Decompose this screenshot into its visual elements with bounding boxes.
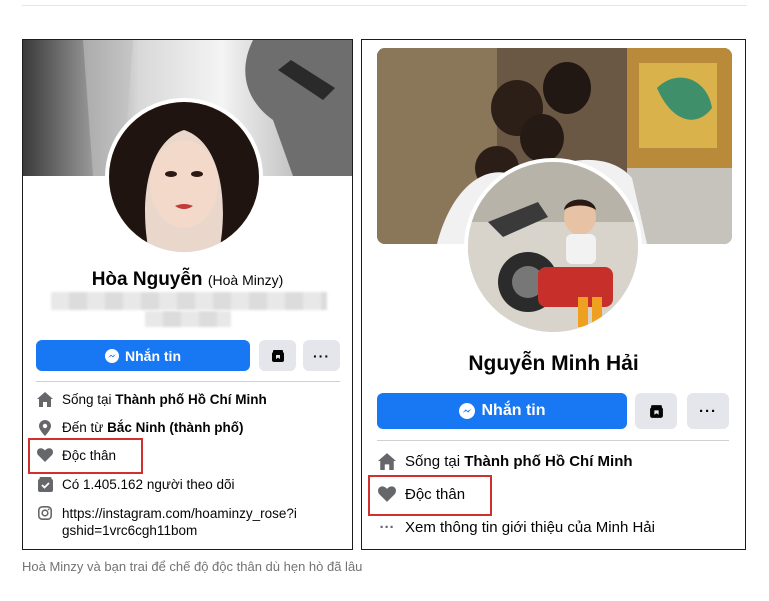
info-followers: Có 1.405.162 người theo dõi (36, 477, 235, 494)
info-relationship: Độc thân (36, 448, 116, 465)
followers-icon (36, 477, 54, 492)
profile-avatar[interactable] (105, 98, 263, 256)
lives-place-link[interactable]: Thành phố Hồ Chí Minh (464, 453, 632, 470)
bookmark-box-icon (271, 349, 285, 363)
profile-name: Hòa Nguyễn (91, 269, 203, 290)
message-button-label: Nhắn tin (125, 347, 181, 364)
profile-name: Nguyễn Minh Hải (468, 352, 639, 375)
info-see-about[interactable]: ··· Xem thông tin giới thiệu của Minh Hả… (377, 519, 655, 538)
more-dots-icon: ··· (699, 402, 717, 420)
message-button-label: Nhắn tin (481, 402, 546, 419)
messenger-icon (105, 348, 119, 363)
lives-place-link[interactable]: Thành phố Hồ Chí Minh (115, 392, 266, 407)
more-dots-icon: ··· (313, 347, 330, 364)
save-button[interactable] (635, 393, 677, 429)
lives-prefix: Sống tại (405, 453, 465, 470)
info-instagram-link: https://instagram.com/hoaminzy_rose?igsh… (36, 506, 302, 540)
blurred-bio-line-1 (51, 292, 327, 310)
more-dots-icon: ··· (379, 519, 395, 536)
relationship-status: Độc thân (405, 486, 466, 503)
see-about-link[interactable]: Xem thông tin giới thiệu của Minh Hải (405, 519, 655, 538)
info-relationship: Độc thân (377, 486, 465, 505)
from-place-link[interactable]: Bắc Ninh (thành phố) (107, 420, 243, 435)
location-pin-icon (36, 420, 54, 436)
heart-icon (377, 486, 397, 502)
from-prefix: Đến từ (62, 420, 108, 435)
instagram-url[interactable]: https://instagram.com/hoaminzy_rose?igsh… (62, 506, 302, 540)
message-button[interactable]: Nhắn tin (36, 340, 250, 371)
profile-name-row: Hòa Nguyễn (Hoà Minzy) (23, 269, 352, 291)
profile-avatar[interactable] (464, 158, 642, 336)
instagram-icon (36, 506, 54, 520)
messenger-icon (458, 403, 475, 419)
message-button[interactable]: Nhắn tin (377, 393, 627, 429)
more-options-button[interactable]: ··· (687, 393, 729, 429)
info-lives-in: Sống tại Thành phố Hồ Chí Minh (377, 453, 633, 472)
info-from: Đến từ Bắc Ninh (thành phố) (36, 420, 244, 437)
home-icon (36, 392, 54, 407)
more-options-button[interactable]: ··· (303, 340, 340, 371)
relationship-status: Độc thân (62, 448, 117, 463)
image-caption: Hoà Minzy và bạn trai để chế độ độc thân… (22, 559, 363, 574)
profile-alt-name: (Hoà Minzy) (207, 272, 284, 288)
section-divider (36, 381, 340, 382)
section-divider (377, 440, 729, 441)
info-lives-in: Sống tại Thành phố Hồ Chí Minh (36, 392, 267, 409)
top-divider (22, 0, 747, 6)
bookmark-box-icon (649, 404, 664, 419)
blurred-bio-line-2 (145, 311, 231, 327)
profile-card-right: Nguyễn Minh Hải Nhắn tin ··· Sống tại Th… (361, 39, 746, 550)
followers-count: Có 1.405.162 người theo dõi (62, 477, 235, 492)
profile-card-left: Hòa Nguyễn (Hoà Minzy) Nhắn tin ··· Sống… (22, 39, 353, 550)
home-icon (377, 453, 397, 470)
save-button[interactable] (259, 340, 296, 371)
lives-prefix: Sống tại (62, 392, 116, 407)
heart-icon (36, 448, 54, 462)
